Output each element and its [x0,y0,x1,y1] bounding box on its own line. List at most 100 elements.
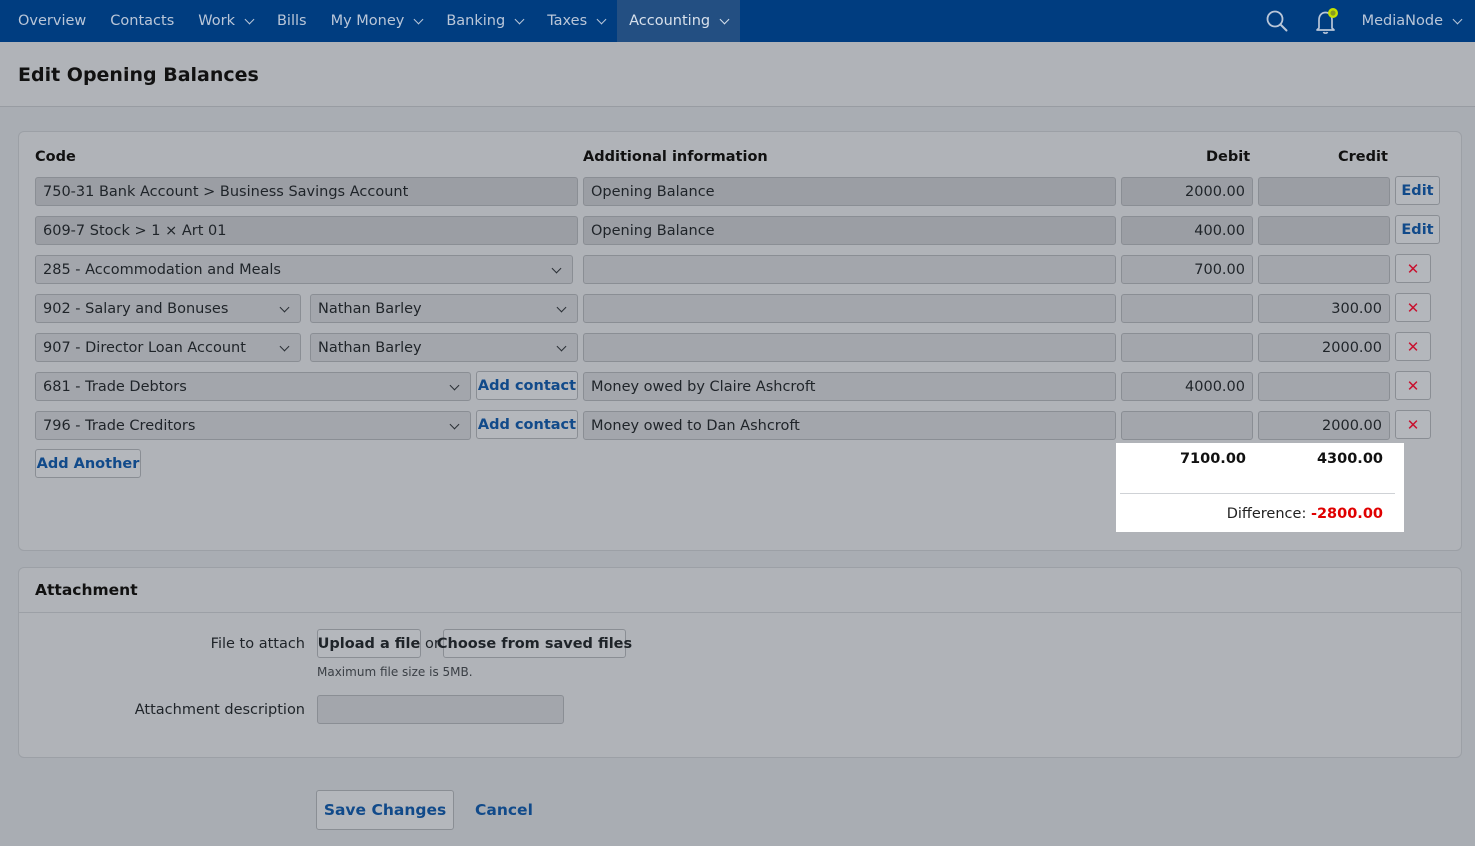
row-4-credit-input[interactable]: 300.00 [1258,294,1390,323]
header-code: Code [35,149,76,165]
nav-work-label: Work [198,13,235,29]
row-6-debit: 4000.00 [1185,378,1245,395]
row-2-code: 609-7 Stock > 1 × Art 01 [43,222,227,239]
nav-contacts[interactable]: Contacts [98,0,186,42]
row-4-remove-button[interactable]: ✕ [1395,293,1431,322]
close-icon: ✕ [1406,415,1420,434]
close-icon: ✕ [1406,298,1420,317]
row-5-account-select[interactable]: 907 - Director Loan Account [35,333,301,362]
row-7-account-select[interactable]: 796 - Trade Creditors [35,411,471,440]
row-6-credit-input[interactable] [1258,372,1390,401]
row-5-info-input[interactable] [583,333,1116,362]
row-2-info: Opening Balance [591,222,715,239]
row-6-code: 681 - Trade Debtors [43,378,187,395]
nav-taxes[interactable]: Taxes [535,0,617,42]
row-1-info-field: Opening Balance [583,177,1116,206]
row-6-info: Money owed by Claire Ashcroft [591,378,816,395]
row-6-add-contact-button[interactable]: Add contact [476,371,578,400]
row-7-debit-input[interactable] [1121,411,1253,440]
row-5-contact-select[interactable]: Nathan Barley [310,333,578,362]
row-6-info-input[interactable]: Money owed by Claire Ashcroft [583,372,1116,401]
totals-box: 7100.00 4300.00 Difference: -2800.00 [1116,443,1404,532]
chevron-down-icon [596,14,607,24]
nav-accounting[interactable]: Accounting [617,0,741,42]
nav-bills[interactable]: Bills [265,0,319,42]
chevron-down-icon [1452,14,1463,24]
nav-overview-label: Overview [18,13,87,29]
row-7-add-contact-button[interactable]: Add contact [476,410,578,439]
row-7-credit: 2000.00 [1322,417,1382,434]
row-3-remove-button[interactable]: ✕ [1395,254,1431,283]
nav-banking-label: Banking [446,13,506,29]
row-5-credit-input[interactable]: 2000.00 [1258,333,1390,362]
bell-icon[interactable] [1314,7,1340,35]
row-4-account-select[interactable]: 902 - Salary and Bonuses [35,294,301,323]
nav-accounting-label: Accounting [629,13,711,29]
nav-right: MediaNode [1266,0,1475,42]
row-1-debit-field: 2000.00 [1121,177,1253,206]
row-7-credit-input[interactable]: 2000.00 [1258,411,1390,440]
row-3-debit: 700.00 [1194,261,1245,278]
add-another-button[interactable]: Add Another [35,449,141,478]
row-6-debit-input[interactable]: 4000.00 [1121,372,1253,401]
nav-work[interactable]: Work [186,0,265,42]
row-2-code-field: 609-7 Stock > 1 × Art 01 [35,216,578,245]
chevron-down-icon [719,14,730,24]
header-additional-info: Additional information [583,149,768,165]
choose-saved-files-button[interactable]: Choose from saved files [437,629,632,658]
file-size-hint: Maximum file size is 5MB. [317,665,473,679]
chevron-down-icon [514,14,525,24]
nav-my-money[interactable]: My Money [319,0,435,42]
attachment-title: Attachment [35,581,138,599]
page-title: Edit Opening Balances [18,64,259,86]
row-4-contact: Nathan Barley [318,300,422,317]
row-1-info: Opening Balance [591,183,715,200]
upload-file-button[interactable]: Upload a file [317,629,421,658]
row-6-account-select[interactable]: 681 - Trade Debtors [35,372,471,401]
cancel-link[interactable]: Cancel [475,801,533,819]
row-5-credit: 2000.00 [1322,339,1382,356]
row-1-edit-button[interactable]: Edit [1395,176,1440,205]
row-4-info-input[interactable] [583,294,1116,323]
attachment-header: Attachment [19,568,1461,613]
save-changes-button[interactable]: Save Changes [316,790,454,830]
chevron-down-icon [413,14,424,24]
row-5-remove-button[interactable]: ✕ [1395,332,1431,361]
row-3-account-select[interactable]: 285 - Accommodation and Meals [35,255,573,284]
nav-taxes-label: Taxes [547,13,588,29]
row-5-debit-input[interactable] [1121,333,1253,362]
row-2-debit-field: 400.00 [1121,216,1253,245]
row-1-credit-field [1258,177,1390,206]
row-3-debit-input[interactable]: 700.00 [1121,255,1253,284]
attachment-description-label: Attachment description [134,702,305,718]
row-7-info-input[interactable]: Money owed to Dan Ashcroft [583,411,1116,440]
nav-contacts-label: Contacts [110,13,175,29]
nav-banking[interactable]: Banking [434,0,535,42]
row-3-credit-input[interactable] [1258,255,1390,284]
difference-value: -2800.00 [1310,506,1383,522]
nav-overview[interactable]: Overview [0,0,98,42]
row-7-remove-button[interactable]: ✕ [1395,410,1431,439]
search-icon[interactable] [1266,10,1288,32]
difference: Difference: -2800.00 [1227,506,1383,522]
close-icon: ✕ [1406,259,1420,278]
row-7-info: Money owed to Dan Ashcroft [591,417,800,434]
difference-label: Difference: [1226,506,1307,522]
top-nav: Overview Contacts Work Bills My Money Ba… [0,0,1475,42]
attachment-description-input[interactable] [317,695,564,724]
row-7-code: 796 - Trade Creditors [43,417,196,434]
row-4-contact-select[interactable]: Nathan Barley [310,294,578,323]
user-menu[interactable]: MediaNode [1362,13,1475,29]
chevron-down-icon [244,14,255,24]
row-2-credit-field [1258,216,1390,245]
close-icon: ✕ [1406,337,1420,356]
total-debit: 7100.00 [1179,451,1246,467]
row-6-remove-button[interactable]: ✕ [1395,371,1431,400]
row-5-code: 907 - Director Loan Account [43,339,246,356]
row-4-debit-input[interactable] [1121,294,1253,323]
row-2-debit: 400.00 [1194,222,1245,239]
row-1-code-field: 750-31 Bank Account > Business Savings A… [35,177,578,206]
row-1-code: 750-31 Bank Account > Business Savings A… [43,183,409,200]
row-3-info-input[interactable] [583,255,1116,284]
row-2-edit-button[interactable]: Edit [1395,215,1440,244]
